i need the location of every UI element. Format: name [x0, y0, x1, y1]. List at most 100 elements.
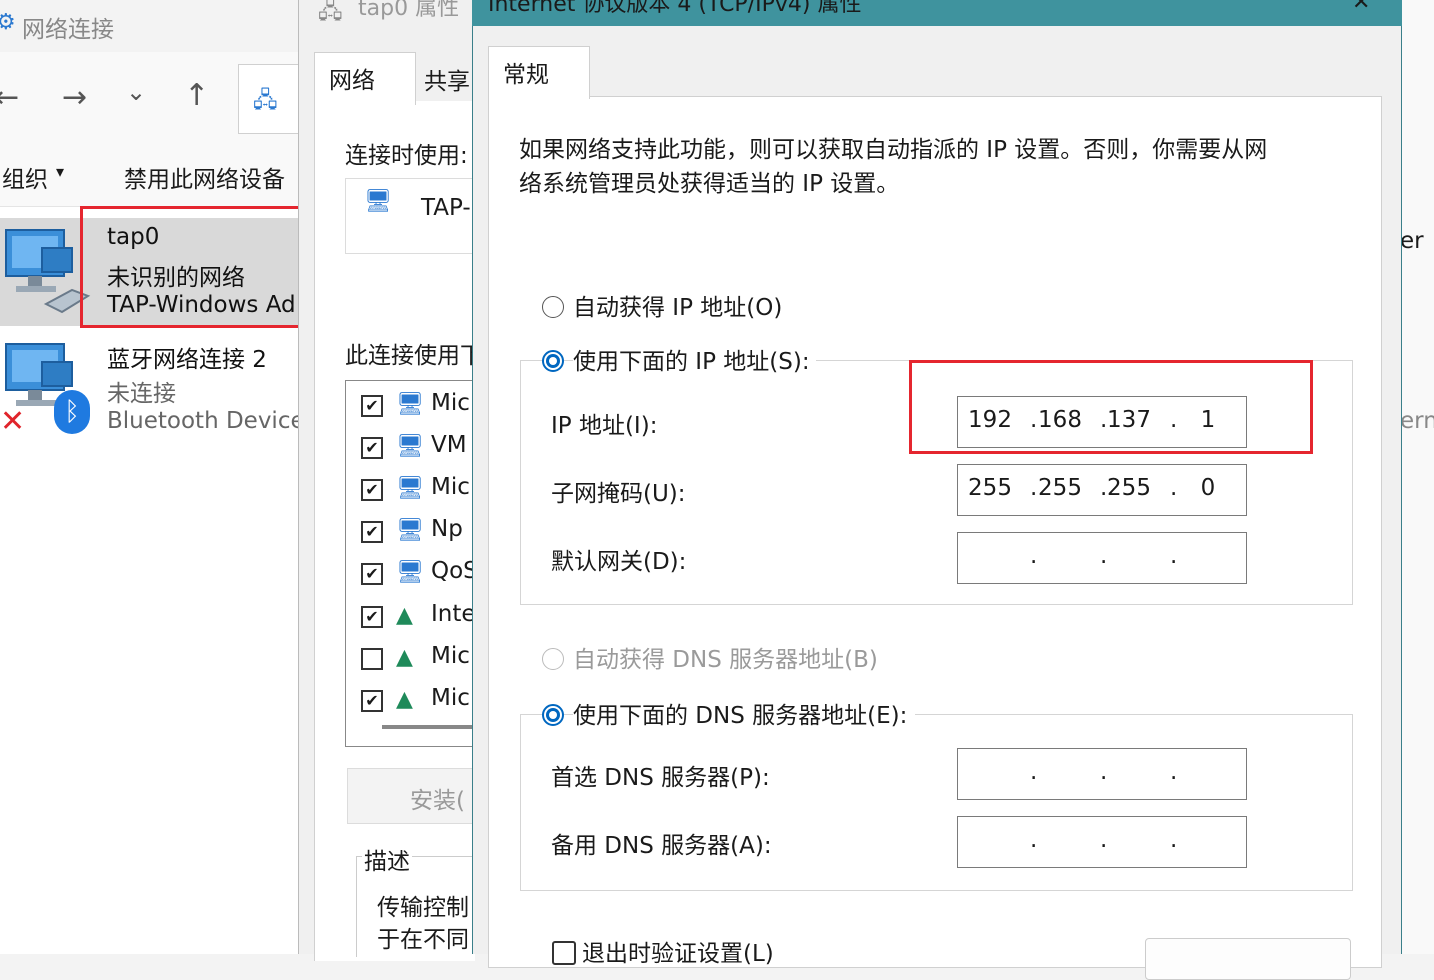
dns-dot: . — [1030, 827, 1038, 853]
manual-dns-radio[interactable] — [542, 704, 564, 726]
tab-network[interactable]: 网络 — [314, 52, 416, 105]
default-gateway-input[interactable]: . . . — [957, 532, 1247, 584]
component-checkbox[interactable] — [361, 648, 383, 670]
auto-ip-radio[interactable] — [542, 296, 564, 318]
gateway-dot: . — [1030, 543, 1038, 569]
mask-octet: 255 — [968, 475, 1012, 501]
alternate-dns-input[interactable]: . . . — [957, 816, 1247, 868]
component-checkbox[interactable]: ✔ — [361, 563, 383, 585]
dns-dot: . — [1170, 827, 1178, 853]
intro-text: 络系统管理员处获得适当的 IP 设置。 — [519, 171, 900, 197]
dns-dot: . — [1030, 759, 1038, 785]
up-arrow-icon[interactable]: ↑ — [184, 78, 209, 113]
component-label: Mic — [431, 643, 470, 669]
component-checkbox[interactable]: ✔ — [361, 479, 383, 501]
component-checkbox[interactable]: ✔ — [361, 606, 383, 628]
component-label: QoS — [431, 558, 478, 584]
mask-dot: . — [1170, 475, 1178, 501]
validate-checkbox[interactable] — [552, 941, 576, 965]
back-arrow-icon[interactable]: ← — [0, 80, 19, 115]
tab-label: 网络 — [329, 68, 375, 94]
default-gateway-label: 默认网关(D): — [551, 549, 687, 575]
gateway-dot: . — [1170, 543, 1178, 569]
component-checkbox[interactable]: ✔ — [361, 437, 383, 459]
description-label: 描述 — [362, 842, 412, 876]
disable-device-button[interactable]: 禁用此网络设备 — [124, 160, 285, 194]
intro-text: 如果网络支持此功能，则可以获取自动指派的 IP 设置。否则，你需要从网 — [519, 137, 1268, 163]
component-label: Mic — [431, 474, 470, 500]
tab-label: 常规 — [503, 62, 549, 88]
organize-dropdown-icon[interactable]: ▾ — [56, 162, 64, 181]
subnet-mask-label: 子网掩码(U): — [551, 481, 686, 507]
chevron-down-icon[interactable]: ⌄ — [126, 78, 146, 106]
dns-dot: . — [1170, 759, 1178, 785]
component-label: Np — [431, 516, 463, 542]
connection-name: 蓝牙网络连接 2 — [107, 347, 267, 373]
background-text-fragment: ern — [1400, 408, 1434, 434]
close-icon[interactable]: ✕ — [1352, 0, 1370, 15]
protocol-icon: ▲ — [396, 645, 413, 670]
network-folder-icon: 🖧 — [253, 88, 278, 113]
component-label: Mic — [431, 685, 470, 711]
explorer-title: 网络连接 — [22, 17, 114, 43]
alternate-dns-label: 备用 DNS 服务器(A): — [551, 833, 772, 859]
protocol-icon: ▲ — [396, 603, 413, 628]
mask-octet: 255 — [1107, 475, 1151, 501]
manual-ip-label[interactable]: 使用下面的 IP 地址(S): — [573, 342, 816, 376]
component-label: VM — [431, 432, 467, 458]
preferred-dns-input[interactable]: . . . — [957, 748, 1247, 800]
background-window-edge: er ern — [1400, 0, 1434, 954]
gateway-dot: . — [1100, 543, 1108, 569]
component-checkbox[interactable]: ✔ — [361, 521, 383, 543]
components-label: 此连接使用下 — [345, 343, 483, 369]
network-client-icon: 🖥 — [396, 392, 424, 417]
component-checkbox[interactable]: ✔ — [361, 690, 383, 712]
dns-dot: . — [1100, 759, 1108, 785]
description-text: 于在不同 — [377, 927, 469, 953]
advanced-button[interactable] — [1145, 938, 1351, 980]
install-label: 安装( — [410, 788, 465, 814]
explorer-titlebar: ⚙ 网络连接 — [0, 0, 300, 52]
dialog-title: tap0 属性 — [358, 0, 460, 21]
install-button[interactable]: 安装( — [347, 768, 479, 824]
manual-ip-radio[interactable] — [542, 350, 564, 372]
adapter-name: TAP- — [421, 195, 471, 221]
auto-ip-label[interactable]: 自动获得 IP 地址(O) — [573, 288, 782, 322]
subnet-mask-input[interactable]: 255 . 255 . 255 . 0 — [957, 464, 1247, 516]
dialog-title: Internet 协议版本 4 (TCP/IPv4) 属性 — [488, 0, 862, 17]
background-text-fragment: er — [1400, 228, 1424, 254]
description-text: 传输控制 — [377, 895, 469, 921]
network-client-icon: 🖥 — [396, 560, 424, 585]
component-label: Mic — [431, 390, 470, 416]
preferred-dns-label: 首选 DNS 服务器(P): — [551, 765, 770, 791]
network-client-icon: 🖥 — [396, 434, 424, 459]
connection-status: 未连接 — [107, 381, 176, 407]
forward-arrow-icon[interactable]: → — [62, 80, 87, 115]
ip-address-label: IP 地址(I): — [551, 413, 658, 439]
list-item-bluetooth[interactable]: ✕ ᛒ 蓝牙网络连接 2 未连接 Bluetooth Device — [0, 334, 305, 442]
explorer-command-bar: 组织 ▾ 禁用此网络设备 — [0, 148, 300, 207]
disconnected-x-icon: ✕ — [0, 404, 26, 439]
manual-dns-label[interactable]: 使用下面的 DNS 服务器地址(E): — [573, 696, 916, 730]
component-checkbox[interactable]: ✔ — [361, 395, 383, 417]
adapter-box: 🖥 TAP- — [345, 178, 477, 254]
ipv4-titlebar: Internet 协议版本 4 (TCP/IPv4) 属性 ✕ — [472, 0, 1402, 26]
connect-using-label: 连接时使用: — [345, 143, 468, 169]
connection-device: Bluetooth Device — [107, 408, 305, 434]
mask-octet: 255 — [1038, 475, 1082, 501]
highlight-box-ip — [909, 360, 1313, 454]
bluetooth-icon: ᛒ — [54, 390, 90, 434]
validate-label[interactable]: 退出时验证设置(L) — [582, 934, 774, 968]
tab-general[interactable]: 常规 — [488, 46, 590, 99]
network-icon: ⚙ — [0, 10, 16, 35]
auto-dns-radio — [542, 648, 564, 670]
mask-octet: 0 — [1200, 475, 1216, 501]
network-icon: 🖧 — [318, 0, 343, 24]
horizontal-scrollbar[interactable] — [382, 725, 472, 729]
adapter-icon: 🖥 — [364, 189, 392, 214]
protocol-icon: ▲ — [396, 687, 413, 712]
organize-button[interactable]: 组织 — [2, 160, 48, 194]
dns-dot: . — [1100, 827, 1108, 853]
network-client-icon: 🖥 — [396, 518, 424, 543]
tab-sharing[interactable]: 共享 — [424, 62, 470, 96]
